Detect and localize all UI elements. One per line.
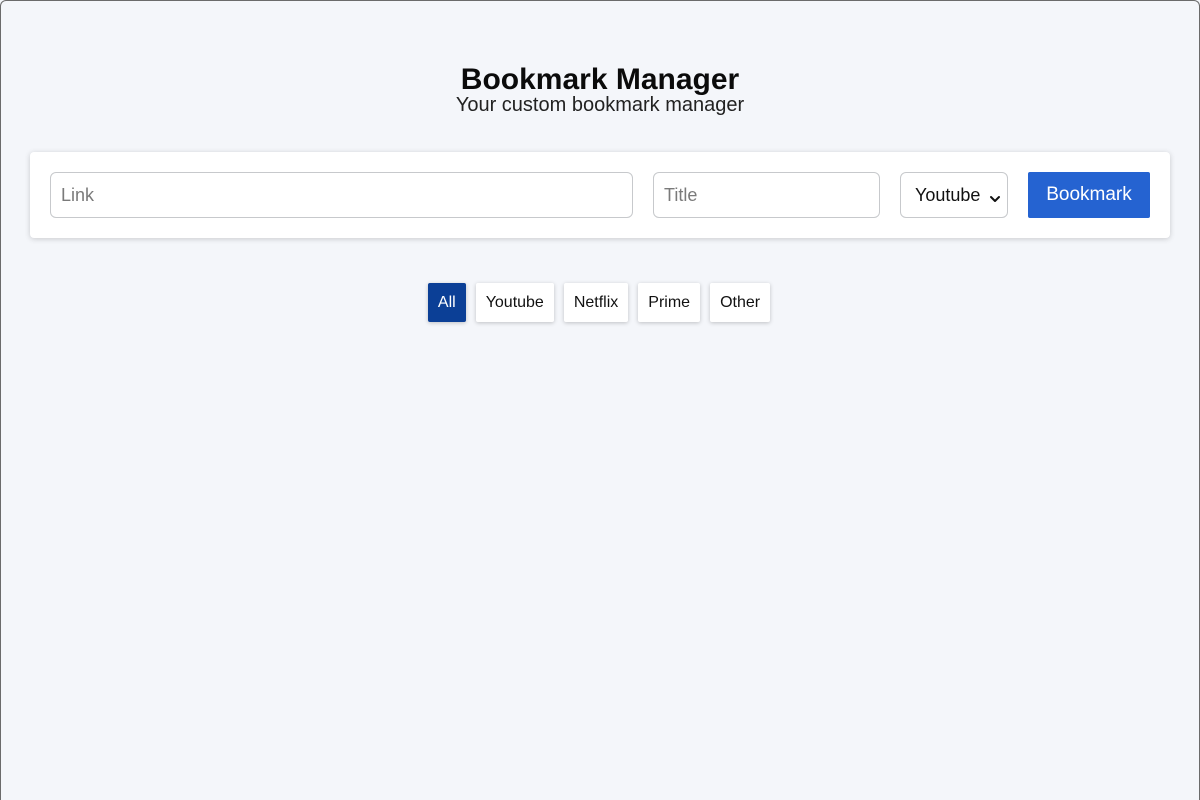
category-select[interactable]: Youtube <box>900 172 1008 218</box>
link-input[interactable] <box>50 172 633 218</box>
filter-bar: All Youtube Netflix Prime Other <box>0 283 1198 322</box>
category-select-value: Youtube <box>915 184 981 205</box>
chevron-down-icon <box>989 189 1001 202</box>
title-input[interactable] <box>653 172 880 218</box>
filter-prime-button[interactable]: Prime <box>638 283 701 322</box>
bookmark-form: Youtube Bookmark <box>30 152 1170 238</box>
bookmark-button[interactable]: Bookmark <box>1028 172 1150 218</box>
filter-all-button[interactable]: All <box>427 283 466 322</box>
filter-youtube-button[interactable]: Youtube <box>475 283 554 322</box>
filter-other-button[interactable]: Other <box>710 283 771 322</box>
page-header: Bookmark Manager Your custom bookmark ma… <box>1 1 1199 117</box>
filter-netflix-button[interactable]: Netflix <box>563 283 629 322</box>
page-subtitle: Your custom bookmark manager <box>455 94 745 116</box>
